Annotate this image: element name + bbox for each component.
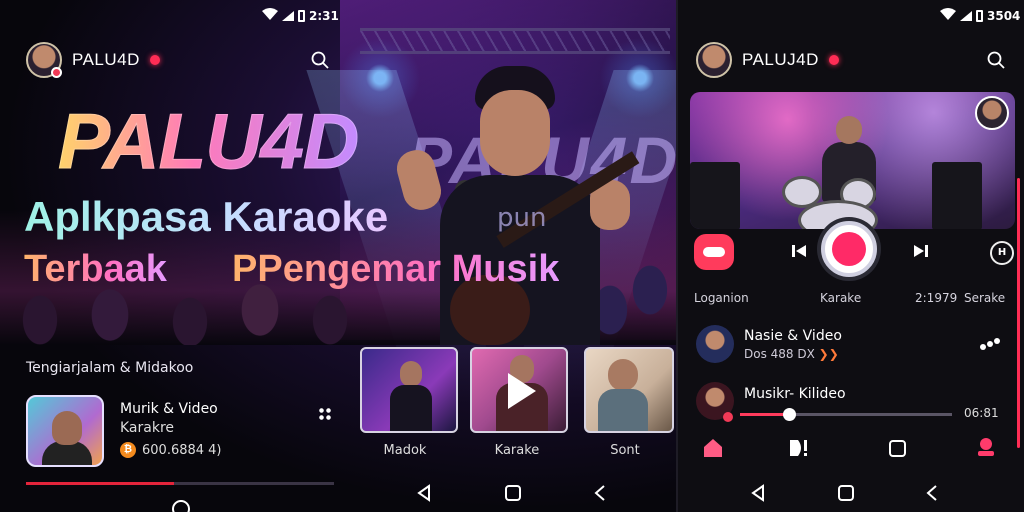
- now-playing-video[interactable]: [690, 92, 1015, 229]
- song-meta: Murik & Video Karakre ₿ 600.6884 4): [120, 395, 222, 467]
- battery-icon: [976, 9, 983, 22]
- library-tab-icon[interactable]: [888, 438, 908, 458]
- thumbnail-caption: Sont: [610, 443, 640, 458]
- back-nav-icon[interactable]: [416, 484, 432, 502]
- control-label: Karake: [820, 291, 862, 305]
- section-title: Tengiarjalam & Midakoo: [26, 360, 194, 376]
- previous-icon[interactable]: [791, 243, 807, 259]
- profile-tab-icon[interactable]: [975, 436, 997, 458]
- live-indicator-icon: [149, 55, 160, 65]
- back-nav-icon[interactable]: [750, 484, 766, 502]
- song-list-item[interactable]: Murik & Video Karakre ₿ 600.6884 4): [26, 395, 222, 467]
- list-item-title: Nasie & Video: [744, 327, 842, 344]
- signal-icon: [282, 10, 294, 21]
- song-count: 600.6884 4): [142, 442, 222, 458]
- scrollbar[interactable]: [1017, 178, 1020, 448]
- list-item-subtitle: Dos 488 DX ❯❯: [744, 346, 839, 361]
- status-time: 2:31: [309, 8, 339, 23]
- profile-avatar[interactable]: [26, 42, 62, 78]
- home-nav-icon[interactable]: [837, 484, 855, 502]
- song-progress-bar[interactable]: [26, 482, 334, 485]
- status-bar: 3504: [940, 8, 1020, 23]
- share-icon[interactable]: [978, 336, 1002, 352]
- list-item-time: 06:81: [964, 406, 999, 420]
- play-icon[interactable]: [508, 373, 536, 409]
- song-artist: Karakre: [120, 420, 175, 436]
- wifi-icon: [940, 8, 956, 23]
- status-bar: 2:31: [262, 8, 339, 23]
- hero-subtitle: Aplkpasa Karaoke: [24, 193, 389, 240]
- main-feed-screen: PALU4D pun 2:31 PALU4D PALU4D Aplkpasa K…: [0, 0, 676, 512]
- lyrics-toggle-button[interactable]: [694, 234, 734, 270]
- control-label: Serake: [964, 291, 1006, 305]
- home-nav-icon[interactable]: [504, 484, 522, 502]
- song-thumbnail: [26, 395, 104, 467]
- thumbnail-caption: Karake: [494, 443, 540, 458]
- player-screen: 3504 PALUJ4D H Loganion Karake 2:1979 Se…: [676, 0, 1024, 512]
- search-icon[interactable]: [987, 51, 1005, 69]
- home-tab-icon[interactable]: [702, 438, 724, 458]
- status-time: 3504: [987, 8, 1021, 23]
- app-header: PALU4D: [26, 42, 160, 78]
- live-indicator-icon: [828, 55, 839, 65]
- record-button[interactable]: [821, 221, 877, 277]
- discover-tab-icon[interactable]: [788, 438, 810, 458]
- list-progress-fill: [740, 413, 789, 416]
- list-item-title: Musikr- Kilideo: [744, 386, 846, 402]
- app-header: PALUJ4D: [696, 42, 839, 78]
- recents-nav-icon[interactable]: [924, 484, 940, 502]
- hero-tagline-left: Terbaak: [24, 248, 167, 290]
- video-thumbnail[interactable]: [470, 347, 568, 433]
- brand-name: PALU4D: [72, 50, 140, 69]
- queue-button[interactable]: H: [990, 241, 1014, 265]
- hero-logo: PALU4D: [57, 97, 359, 186]
- stage-truss: [360, 28, 670, 54]
- search-icon[interactable]: [311, 51, 329, 69]
- avatar: [696, 382, 734, 422]
- hero-tagline-right: PPengemar Musik: [232, 248, 560, 290]
- recents-nav-icon[interactable]: [592, 484, 608, 502]
- creator-avatar[interactable]: [975, 96, 1009, 130]
- song-progress-fill: [26, 482, 174, 485]
- signal-icon: [960, 10, 972, 21]
- overlay-text: pun: [497, 203, 547, 233]
- coin-icon: ₿: [120, 442, 136, 458]
- thumbnail-caption: Madok: [383, 443, 427, 458]
- profile-avatar[interactable]: [696, 42, 732, 78]
- next-icon[interactable]: [913, 243, 929, 259]
- home-indicator-icon[interactable]: [172, 500, 190, 512]
- video-thumbnail[interactable]: [360, 347, 458, 433]
- song-title: Murik & Video: [120, 401, 218, 417]
- wifi-icon: [262, 8, 278, 23]
- avatar: [696, 325, 734, 363]
- control-label: 2:1979: [915, 291, 958, 305]
- control-label: Loganion: [694, 291, 749, 305]
- song-stats: ₿ 600.6884 4): [120, 442, 222, 458]
- list-progress-bar[interactable]: [740, 408, 952, 421]
- brand-name: PALUJ4D: [742, 50, 819, 69]
- battery-icon: [298, 9, 305, 22]
- video-thumbnail[interactable]: [584, 347, 674, 433]
- player-controls: H: [694, 218, 1016, 288]
- more-options-icon[interactable]: [318, 407, 332, 421]
- list-item[interactable]: Nasie & Video Dos 488 DX ❯❯: [696, 325, 842, 363]
- progress-handle[interactable]: [782, 408, 796, 421]
